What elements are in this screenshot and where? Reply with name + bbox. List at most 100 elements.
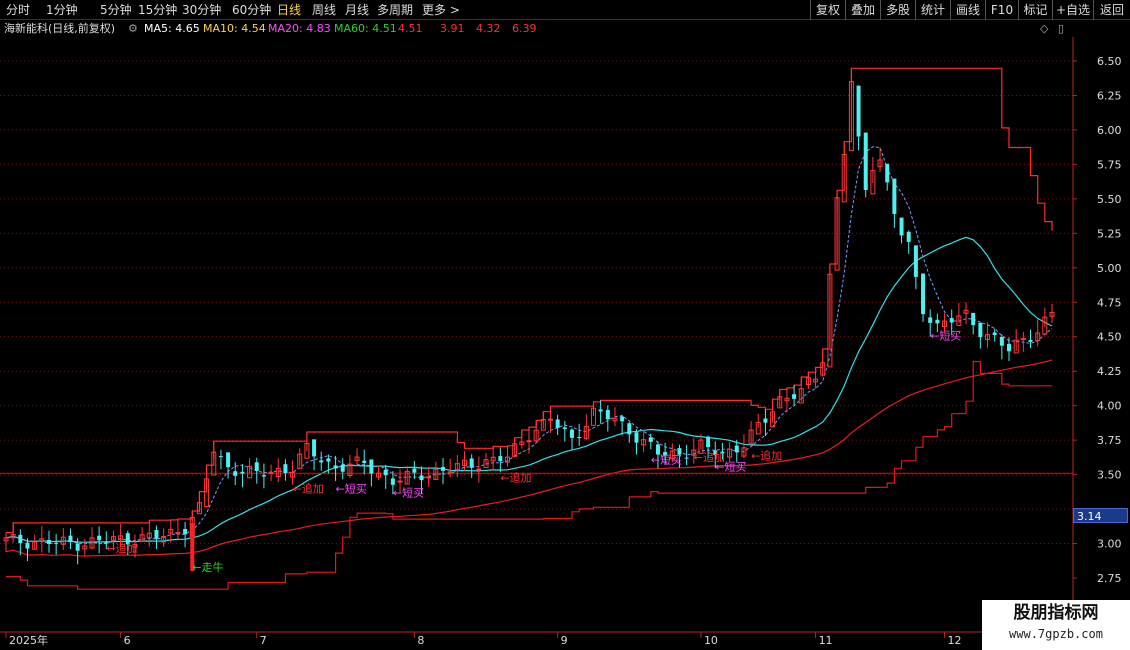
tab-weekly[interactable]: 周线 (312, 2, 336, 18)
candle-body (928, 317, 933, 323)
ma60-value: MA60: 4.51 (334, 22, 397, 35)
ma20-value: MA20: 4.83 (268, 22, 331, 35)
x-tick-label: 8 (417, 634, 424, 647)
statistics-button[interactable]: 统计 (915, 0, 950, 20)
candle-body (763, 418, 768, 423)
candle-body (547, 418, 553, 421)
candle-body (684, 457, 689, 459)
candle-body (441, 466, 446, 471)
draw-line-button[interactable]: 画线 (950, 0, 985, 20)
signal-label: ←追加 (751, 448, 782, 462)
candle-body (999, 337, 1004, 346)
y-tick-label: 3.00 (1097, 538, 1122, 551)
candle-body (598, 409, 603, 412)
candle-body (54, 542, 59, 544)
y-tick-label: 2.75 (1097, 572, 1122, 585)
ma20-line (5, 236, 1053, 543)
panel-toggle-icon[interactable]: ▯ (1058, 21, 1064, 37)
candle-body (254, 462, 259, 471)
candle-body (634, 432, 639, 443)
candle-body (383, 469, 388, 476)
tab-daily[interactable]: 日线 (277, 2, 301, 18)
candle-body (792, 394, 797, 399)
y-tick-label: 4.00 (1097, 400, 1122, 413)
overlay-button[interactable]: 叠加 (845, 0, 880, 20)
candle-body (562, 427, 567, 430)
indicator-value-3: 4.32 (476, 22, 501, 35)
indicator-lines (0, 67, 1073, 590)
candle-body (397, 480, 403, 483)
tab-fenshi[interactable]: 分时 (6, 2, 30, 18)
candle-body (935, 319, 940, 324)
add-watchlist-button[interactable]: +自选 (1052, 0, 1093, 20)
mark-button[interactable]: 标记 (1018, 0, 1052, 20)
multi-stock-button[interactable]: 多股 (880, 0, 915, 20)
y-tick-label: 5.75 (1097, 158, 1122, 171)
candle-body (175, 532, 181, 535)
signal-label: ←短买 (651, 453, 682, 467)
candle-body (75, 543, 80, 551)
signal-label: ←走牛 (192, 560, 223, 574)
candle-body (369, 459, 374, 474)
candle-body (906, 231, 911, 242)
candle-body (97, 535, 102, 541)
candle-body (419, 475, 424, 481)
settings-icon[interactable]: ⚙ (128, 21, 138, 37)
candle-body (46, 539, 51, 545)
site-watermark: 股朋指标网 www.7gpzb.com (982, 600, 1130, 650)
indicator-value-1: 4.51 (398, 22, 423, 35)
candle-body (268, 471, 274, 474)
tab-30min[interactable]: 30分钟 (182, 2, 221, 18)
candle-body (1020, 338, 1026, 341)
kline-chart[interactable]: ←追加←走牛←追加 ←短买 ←短买←追加←短买 ←追加←短买←追加←短买 6.506.… (0, 37, 1130, 650)
candle-body (240, 471, 245, 474)
long-term-ma-line (5, 359, 1053, 557)
ma10-value: MA10: 4.54 (203, 22, 266, 35)
upper-band-line (6, 67, 1053, 534)
indicator-value-4: 6.39 (512, 22, 537, 35)
tab-monthly[interactable]: 月线 (345, 2, 369, 18)
candle-body (261, 475, 266, 477)
tab-60min[interactable]: 60分钟 (232, 2, 271, 18)
signal-label: ←短买 (336, 482, 367, 496)
restore-rights-button[interactable]: 复权 (810, 0, 845, 20)
candle-body (569, 429, 574, 438)
candle-body (620, 416, 625, 422)
candle-body (18, 534, 23, 544)
candle-body (340, 464, 345, 472)
x-tick-label: 6 (124, 634, 131, 647)
candle-body (326, 458, 331, 462)
candle-body (68, 535, 73, 543)
candle-body (921, 273, 926, 315)
candle-body (233, 471, 238, 476)
candle-body (498, 456, 503, 462)
candle-body (1028, 340, 1033, 342)
candle-body (362, 460, 367, 463)
signal-label: ←短买 (393, 486, 424, 500)
signal-label: ←追加 (500, 470, 531, 484)
back-button[interactable]: 返回 (1093, 0, 1130, 20)
y-tick-label: 4.50 (1097, 331, 1122, 344)
period-toolbar: 分时 1分钟 5分钟 15分钟 30分钟 60分钟 日线 周线 月线 多周期 更… (0, 0, 1130, 20)
candle-body (992, 332, 997, 336)
tab-multi-period[interactable]: 多周期 (377, 2, 413, 18)
y-tick-label: 6.25 (1097, 89, 1122, 102)
f10-button[interactable]: F10 (985, 0, 1018, 20)
candle-body (856, 85, 861, 137)
tab-15min[interactable]: 15分钟 (138, 2, 177, 18)
date-axis: 2025年 6 7 8 9 10 11 12 (5, 632, 962, 647)
y-tick-label: 5.50 (1097, 193, 1122, 206)
tab-5min[interactable]: 5分钟 (100, 2, 132, 18)
watermark-url: www.7gpzb.com (1009, 627, 1103, 641)
tab-more[interactable]: 更多 > (422, 2, 460, 18)
candle-body (154, 530, 159, 539)
x-tick-label: 11 (819, 634, 833, 647)
tab-1min[interactable]: 1分钟 (46, 2, 78, 18)
candle-body (476, 468, 482, 471)
x-tick-label: 7 (260, 634, 267, 647)
signal-label: ←短买 (930, 328, 961, 342)
candle-body (648, 437, 653, 442)
diamond-icon[interactable]: ◇ (1040, 21, 1048, 37)
candle-body (469, 458, 474, 468)
candle-body (218, 456, 223, 458)
